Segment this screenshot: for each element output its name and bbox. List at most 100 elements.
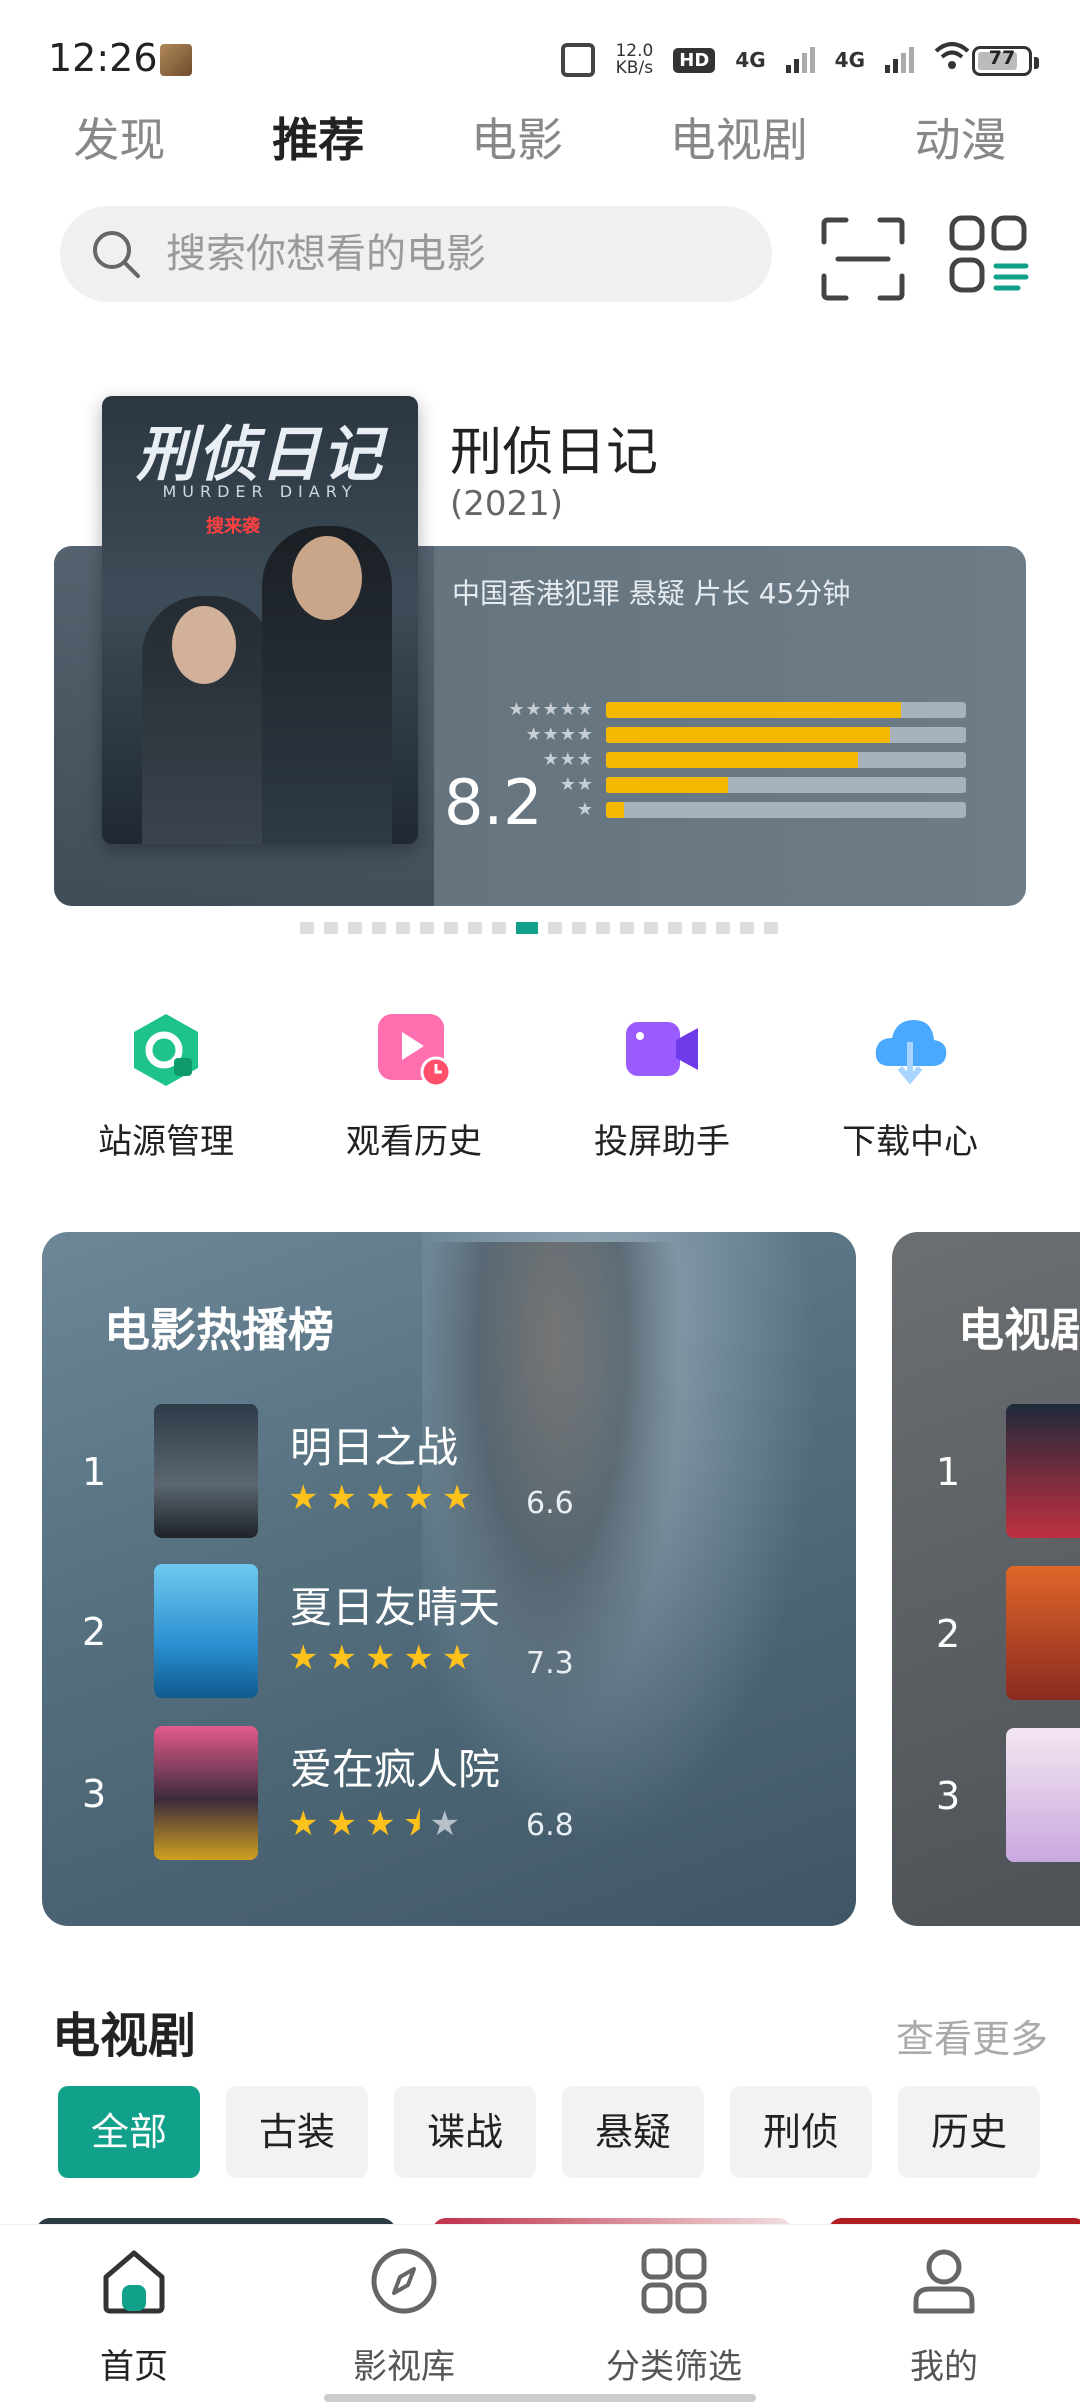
stars-filled: ★★★⯨ bbox=[288, 1804, 430, 1844]
pagination-dot[interactable] bbox=[396, 922, 410, 934]
chip-crime[interactable]: 刑侦 bbox=[730, 2086, 872, 2178]
cast-assistant-icon bbox=[626, 1022, 698, 1076]
featured-year: (2021) bbox=[450, 484, 564, 524]
section-title: 电视剧 bbox=[52, 2008, 197, 2064]
pagination-dot[interactable] bbox=[492, 922, 506, 934]
rating-bar-fill bbox=[606, 727, 891, 743]
home-icon bbox=[103, 2250, 165, 2314]
pagination-dot[interactable] bbox=[596, 922, 610, 934]
star-rating: ★★★⯨★ bbox=[288, 1800, 468, 1857]
signal-icon-1 bbox=[785, 47, 815, 73]
search-input[interactable] bbox=[166, 206, 746, 302]
pagination-dot[interactable] bbox=[372, 922, 386, 934]
pagination-dot[interactable] bbox=[740, 922, 754, 934]
featured-meta: 中国香港犯罪 悬疑 片长 45分钟 bbox=[452, 577, 851, 610]
tab-recommend[interactable]: 推荐 bbox=[272, 100, 364, 180]
star-row-1: ★ bbox=[576, 799, 594, 820]
nav-profile[interactable]: 我的 bbox=[844, 2245, 1044, 2388]
battery-icon: 77 bbox=[972, 46, 1039, 76]
pagination-dot[interactable] bbox=[644, 922, 658, 934]
banner-pagination bbox=[300, 922, 778, 934]
pagination-dot[interactable] bbox=[572, 922, 586, 934]
top-tabs: 发现 推荐 电影 电视剧 动漫 bbox=[0, 100, 1080, 180]
stars-empty: ★ bbox=[429, 1804, 468, 1844]
chip-all[interactable]: 全部 bbox=[58, 2086, 200, 2178]
apps-grid-icon[interactable] bbox=[948, 214, 1030, 296]
pagination-dot[interactable] bbox=[548, 922, 562, 934]
ranking-item[interactable]: 2 夏日友晴天 ★★★★★ 7.3 bbox=[42, 1564, 856, 1704]
network-type-2: 4G bbox=[834, 48, 865, 72]
rank-number: 2 bbox=[936, 1612, 961, 1656]
ranking-title: 电视剧 bbox=[958, 1303, 1080, 1357]
movie-poster bbox=[154, 1404, 258, 1538]
pagination-dot[interactable] bbox=[716, 922, 730, 934]
nav-library[interactable]: 影视库 bbox=[304, 2245, 504, 2388]
pagination-dot[interactable] bbox=[668, 922, 682, 934]
tab-tv-series[interactable]: 电视剧 bbox=[670, 100, 808, 180]
pagination-dot[interactable] bbox=[468, 922, 482, 934]
pagination-dot[interactable] bbox=[764, 922, 778, 934]
pagination-dot[interactable] bbox=[300, 922, 314, 934]
chip-history[interactable]: 历史 bbox=[898, 2086, 1040, 2178]
movie-score: 6.8 bbox=[526, 1808, 574, 1843]
scan-icon[interactable] bbox=[820, 216, 906, 302]
rating-bar-1 bbox=[606, 802, 966, 818]
watch-history-button[interactable]: 观看历史 bbox=[304, 1010, 524, 1163]
download-center-button[interactable]: 下载中心 bbox=[800, 1010, 1020, 1163]
net-speed: 12.0 KB/s bbox=[615, 43, 653, 77]
nav-category[interactable]: 分类筛选 bbox=[574, 2245, 774, 2388]
search-bar[interactable] bbox=[60, 206, 772, 302]
rating-bar-3 bbox=[606, 752, 966, 768]
pagination-dot[interactable] bbox=[692, 922, 706, 934]
pagination-dot[interactable] bbox=[516, 922, 538, 934]
network-type-1: 4G bbox=[735, 48, 766, 72]
star-row-5: ★★★★★ bbox=[508, 699, 594, 720]
nav-label: 首页 bbox=[100, 2347, 168, 2387]
chip-costume[interactable]: 古装 bbox=[226, 2086, 368, 2178]
battery-level: 77 bbox=[988, 47, 1016, 69]
notification-thumbnail-icon bbox=[160, 44, 192, 76]
pagination-dot[interactable] bbox=[324, 922, 338, 934]
nav-label: 我的 bbox=[910, 2347, 978, 2387]
movie-name: 明日之战 bbox=[290, 1423, 459, 1472]
view-more-link[interactable]: 查看更多 bbox=[896, 2008, 1048, 2063]
star-rating: ★★★★★ bbox=[288, 1478, 480, 1518]
tab-discover[interactable]: 发现 bbox=[73, 100, 165, 180]
rank-number: 1 bbox=[82, 1450, 107, 1494]
pagination-dot[interactable] bbox=[620, 922, 634, 934]
net-speed-unit: KB/s bbox=[615, 58, 654, 78]
rating-bar-fill bbox=[606, 777, 729, 793]
quick-actions: 站源管理 观看历史 投屏助手 下载中心 bbox=[0, 1010, 1080, 1170]
poster-stamp: 搜来袭 bbox=[206, 516, 260, 537]
stars-filled: ★★★★★ bbox=[288, 1638, 481, 1678]
status-time: 12:26 bbox=[48, 36, 158, 80]
chip-mystery[interactable]: 悬疑 bbox=[562, 2086, 704, 2178]
category-grid-icon bbox=[641, 2248, 707, 2314]
movie-ranking-card[interactable]: 电影热播榜 1 明日之战 ★★★★★ 6.6 2 夏日友晴天 ★★★★★ 7.3… bbox=[42, 1232, 856, 1926]
cast-assistant-button[interactable]: 投屏助手 bbox=[552, 1010, 772, 1163]
featured-title[interactable]: 刑侦日记 bbox=[450, 410, 658, 485]
battery-cap bbox=[1034, 57, 1039, 69]
nav-label: 分类筛选 bbox=[606, 2347, 742, 2387]
ranking-item[interactable]: 3 爱在疯人院 ★★★⯨★ 6.8 bbox=[42, 1726, 856, 1866]
vibrate-icon bbox=[561, 43, 596, 77]
ranking-title: 电影热播榜 bbox=[104, 1303, 334, 1357]
tab-anime[interactable]: 动漫 bbox=[915, 100, 1007, 180]
chip-spy[interactable]: 谍战 bbox=[394, 2086, 536, 2178]
movie-score: 6.6 bbox=[526, 1486, 574, 1521]
pagination-dot[interactable] bbox=[444, 922, 458, 934]
rank-number: 1 bbox=[936, 1450, 961, 1494]
movie-name: 爱在疯人院 bbox=[290, 1745, 501, 1794]
pagination-dot[interactable] bbox=[420, 922, 434, 934]
pagination-dot[interactable] bbox=[348, 922, 362, 934]
tab-movies[interactable]: 电影 bbox=[471, 100, 563, 180]
rating-bar-5 bbox=[606, 702, 966, 718]
tv-ranking-card[interactable]: 电视剧 1 2 3 bbox=[892, 1232, 1080, 1926]
nav-home[interactable]: 首页 bbox=[34, 2245, 234, 2388]
download-center-label: 下载中心 bbox=[842, 1122, 978, 1162]
movie-name: 夏日友晴天 bbox=[290, 1583, 501, 1632]
ranking-item[interactable]: 1 明日之战 ★★★★★ 6.6 bbox=[42, 1404, 856, 1544]
source-manage-button[interactable]: 站源管理 bbox=[56, 1010, 276, 1163]
featured-poster[interactable]: 刑侦日记 MURDER DIARY 搜来袭 bbox=[102, 396, 418, 844]
home-indicator[interactable] bbox=[324, 2394, 756, 2402]
